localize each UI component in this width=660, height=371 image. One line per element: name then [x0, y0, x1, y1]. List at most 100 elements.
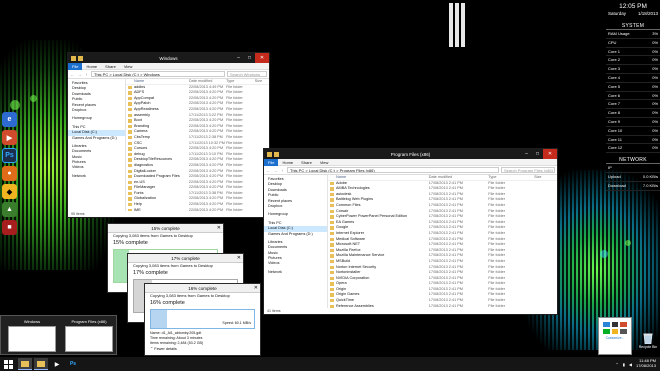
copy-percent: 17% complete [133, 270, 168, 276]
app-dock-icon[interactable]: ▲ [2, 202, 17, 217]
tray-icon[interactable] [603, 322, 610, 327]
gadget-row-label: Core 6 [608, 92, 621, 98]
gadget-row-label: Core 1 [608, 48, 621, 54]
up-arrow-icon[interactable]: ↑ [280, 168, 285, 173]
column-date[interactable]: Date modified [429, 175, 489, 180]
recycle-bin-icon [643, 333, 653, 345]
taskbar-clock[interactable]: 11:48 PM 17/08/2013 [636, 359, 656, 368]
thumbnail-windows[interactable]: Windows [5, 319, 59, 353]
maximize-button[interactable]: □ [532, 149, 543, 159]
tray-icon[interactable] [603, 329, 610, 334]
close-button[interactable]: ✕ [255, 53, 269, 63]
explorer-window-program-files[interactable]: Program Files (x86) – □ ✕ File Home Shar… [263, 148, 558, 315]
tab-share[interactable]: Share [101, 64, 120, 69]
maximize-button[interactable]: □ [244, 53, 255, 63]
address-bar[interactable]: This PC > Local Disk (C:) > Windows [91, 71, 225, 77]
tray-icon[interactable] [611, 329, 619, 334]
start-button[interactable] [0, 357, 16, 371]
forward-arrow-icon[interactable]: → [77, 72, 82, 77]
tab-view[interactable]: View [120, 64, 137, 69]
column-type[interactable]: Type [226, 79, 255, 84]
wallpaper-bokeh [30, 95, 37, 102]
gadget-row: Core 3 0% [606, 65, 660, 74]
app-dock-icon[interactable]: ● [2, 166, 17, 181]
taskbar-app-file-explorer[interactable] [34, 358, 48, 370]
back-arrow-icon[interactable]: ← [70, 72, 75, 77]
gadget-row-label: CPU [608, 39, 617, 45]
system-monitor-gadget: 12:05 PM Saturday 1/18/2013 SYSTEM RAM U… [606, 2, 660, 191]
up-arrow-icon[interactable]: ↑ [84, 72, 89, 77]
explorer-window-windows[interactable]: Windows – □ ✕ File Home Share View ← → ↑… [67, 52, 270, 218]
address-bar[interactable]: This PC > Local Disk (C:) > Program File… [287, 167, 499, 173]
gadget-row-value: 0% [652, 136, 658, 142]
gadget-row-label: IP [608, 165, 612, 171]
tab-share[interactable]: Share [297, 160, 316, 165]
column-type[interactable]: Type [488, 175, 534, 180]
tab-home[interactable]: Home [278, 160, 297, 165]
window-titlebar[interactable]: Windows – □ ✕ [68, 53, 269, 63]
gadget-row: IP [606, 164, 660, 173]
taskbar: ▶ Ps ⌃ ▮ ◀ 11:48 PM 17/08/2013 [0, 357, 660, 371]
search-input[interactable]: Search Program Files (x86) [501, 167, 555, 173]
taskbar-app-photoshop[interactable]: Ps [66, 358, 80, 370]
tray-icon[interactable] [620, 329, 627, 334]
gadget-row-label: Core 8 [608, 110, 621, 116]
column-date[interactable]: Date modified [189, 79, 226, 84]
app-dock-icon[interactable]: ◆ [2, 184, 17, 199]
fewer-details-label: Fewer details [154, 347, 177, 351]
close-icon[interactable]: ✕ [254, 284, 258, 293]
nav-item[interactable]: Games And Programs (D:) [68, 136, 125, 141]
close-icon[interactable]: ✕ [217, 224, 221, 233]
tab-view[interactable]: View [316, 160, 333, 165]
minimize-button[interactable]: – [233, 53, 244, 63]
gadget-row-label: Upload [608, 173, 621, 179]
nav-item[interactable]: Network [264, 270, 327, 275]
column-name[interactable]: Name [126, 79, 189, 84]
gadget-row: Core 11 0% [606, 136, 660, 145]
copy-dialog-title-text: 15% complete [151, 226, 180, 231]
window-titlebar[interactable]: Program Files (x86) – □ ✕ [264, 149, 557, 159]
tray-icon[interactable] [611, 322, 619, 327]
tray-expand-icon[interactable]: ⌃ [615, 362, 618, 367]
app-dock-icon[interactable]: ■ [2, 220, 17, 235]
close-button[interactable]: ✕ [543, 149, 557, 159]
tab-home[interactable]: Home [82, 64, 101, 69]
close-icon[interactable]: ✕ [237, 254, 241, 263]
taskbar-app-explorer[interactable] [18, 358, 32, 370]
desktop-dock: e ▶ Ps ● ◆ ▲ ■ [2, 112, 19, 238]
gadget-row-value: 0% [652, 74, 658, 80]
thumbnail-program-files[interactable]: Program Files (x86) [62, 319, 116, 353]
customize-link[interactable]: Customize... [599, 336, 631, 340]
column-name[interactable]: Name [328, 175, 429, 180]
copy-percent: 16% complete [150, 300, 185, 306]
taskbar-thumbnail-switcher: Windows Program Files (x86) [0, 315, 117, 355]
gadget-row-label: Core 2 [608, 57, 621, 63]
tab-file[interactable]: File [68, 62, 83, 70]
gadget-time: 12:05 PM [619, 3, 647, 10]
gadget-row: Core 4 0% [606, 74, 660, 83]
gadget-row: Core 6 0% [606, 92, 660, 101]
tray-icon[interactable] [620, 322, 627, 327]
minimize-button[interactable]: – [521, 149, 532, 159]
app-dock-icon[interactable]: e [2, 112, 17, 127]
gadget-row-label: Core 4 [608, 74, 621, 80]
forward-arrow-icon[interactable]: → [273, 168, 278, 173]
tab-file[interactable]: File [264, 158, 279, 166]
copy-dialog-title-text: 16% complete [188, 286, 217, 291]
recycle-bin[interactable]: Recycle Bin [638, 332, 658, 349]
nav-item[interactable]: Network [68, 174, 125, 179]
gadget-row-label: Core 10 [608, 127, 623, 133]
network-icon[interactable]: ▮ [623, 362, 625, 367]
photoshop-dock-icon[interactable]: Ps [2, 148, 17, 163]
taskbar-app-media[interactable]: ▶ [50, 358, 64, 370]
gadget-row: Upload 0.0 KB/s [606, 173, 660, 182]
search-input[interactable]: Search Windows [227, 71, 267, 77]
folder-icon [37, 360, 45, 367]
back-arrow-icon[interactable]: ← [266, 168, 271, 173]
app-dock-icon[interactable]: ▶ [2, 130, 17, 145]
copy-dialog-active[interactable]: 16% complete ✕ Copying 3,083 items from G… [144, 283, 261, 356]
column-size[interactable]: Size [534, 175, 557, 180]
column-size[interactable]: Size [255, 79, 269, 84]
fewer-details-button[interactable]: ⌃ Fewer details [145, 346, 260, 352]
volume-icon[interactable]: ◀ [629, 362, 632, 367]
